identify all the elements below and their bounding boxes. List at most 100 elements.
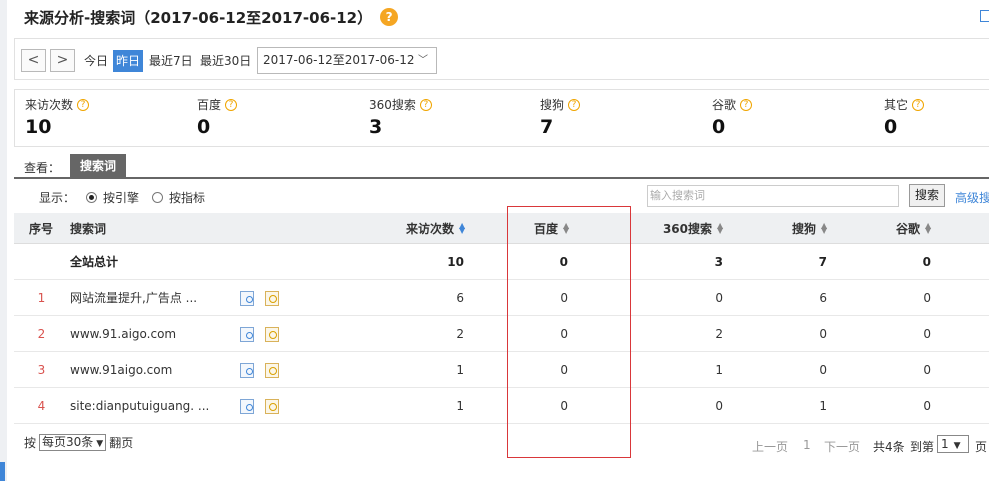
metric-value: 10 — [25, 116, 52, 138]
cell-google: 0 — [923, 398, 931, 413]
goto-page-select[interactable]: 1 ▼ — [937, 435, 969, 453]
table-row: 3 www.91aigo.com 1 0 1 0 0 — [14, 352, 989, 388]
metric-label: 其它 — [884, 98, 909, 112]
header-label: 谷歌 — [895, 221, 920, 236]
help-icon[interactable]: ? — [380, 8, 399, 26]
chevron-down-icon: ﹀ — [418, 55, 428, 66]
cell-360: 0 — [715, 398, 723, 413]
cell-360: 0 — [715, 290, 723, 305]
radio-by-metric[interactable]: 按指标 — [152, 189, 205, 206]
summary-metrics: 来访次数? 10 百度? 0 360搜索? 3 搜狗? 7 谷歌? 0 其它? … — [14, 89, 989, 147]
question-icon[interactable]: ? — [740, 98, 753, 111]
total-row: 全站总计 10 0 3 7 0 — [14, 244, 989, 280]
date-range-value: 2017-06-12至2017-06-12 — [263, 53, 415, 67]
range-last30[interactable]: 最近30日 — [197, 50, 254, 72]
header-label: 搜狗 — [791, 221, 816, 236]
next-date-button[interactable]: > — [50, 49, 75, 72]
question-icon[interactable]: ? — [225, 98, 238, 111]
search-terms-table: 序号 搜索词 来访次数 ▲ ▼ 百度 ▲ ▼ 360搜索 ▲ ▼ 搜狗 ▲ ▼ 谷歌 ▲ ▼ 全站总… — [14, 213, 989, 424]
sort-icon[interactable]: ▲ ▼ — [821, 222, 828, 235]
goto-page-value: 1 — [941, 437, 949, 451]
metric-label: 来访次数 — [25, 98, 74, 112]
metric-other: 其它? 0 — [884, 96, 925, 138]
cell-360: 2 — [715, 326, 723, 341]
radio-circle[interactable] — [86, 192, 97, 203]
search-term[interactable]: www.91.aigo.com — [70, 316, 176, 351]
total-sogou: 7 — [818, 254, 827, 269]
metric-label: 谷歌 — [712, 98, 737, 112]
per-page-value: 每页30条 — [42, 435, 94, 449]
header-label: 360搜索 — [662, 221, 712, 236]
metric-value: 0 — [197, 116, 211, 138]
prev-page-link[interactable]: 上一页 — [752, 438, 788, 455]
trend-icon[interactable] — [265, 327, 279, 342]
current-page: 1 — [803, 438, 811, 452]
date-toolbar: < > 今日 昨日 最近7日 最近30日 2017-06-12至2017-06-… — [14, 38, 989, 80]
range-last7[interactable]: 最近7日 — [146, 50, 196, 72]
page-title: 来源分析-搜索词（2017-06-12至2017-06-12） — [24, 8, 373, 27]
cell-google: 0 — [923, 290, 931, 305]
metric-sogou: 搜狗? 7 — [540, 96, 581, 138]
range-today[interactable]: 今日 — [81, 50, 111, 72]
header-label: 来访次数 — [405, 221, 454, 236]
row-index: 1 — [37, 290, 46, 305]
metric-google: 谷歌? 0 — [712, 96, 753, 138]
table-row: 4 site:dianputuiguang. ... 1 0 0 1 0 — [14, 388, 989, 424]
left-edge-marker — [0, 462, 5, 481]
date-range-select[interactable]: 2017-06-12至2017-06-12 ﹀ — [257, 47, 437, 74]
range-yesterday[interactable]: 昨日 — [113, 50, 144, 72]
cell-google: 0 — [923, 362, 931, 377]
question-icon[interactable]: ? — [568, 98, 581, 111]
header-visits[interactable]: 来访次数 ▲ ▼ — [384, 213, 466, 243]
sort-icon[interactable]: ▲ ▼ — [717, 222, 724, 235]
prev-date-button[interactable]: < — [21, 49, 46, 72]
radio-label: 按引擎 — [103, 191, 140, 205]
metric-value: 3 — [369, 116, 383, 138]
question-icon[interactable]: ? — [912, 98, 925, 111]
header-google[interactable]: 谷歌 ▲ ▼ — [869, 213, 932, 243]
header-sogou[interactable]: 搜狗 ▲ ▼ — [764, 213, 828, 243]
baidu-column-highlight — [507, 206, 631, 458]
sort-icon[interactable]: ▲ ▼ — [459, 222, 466, 235]
total-label: 全站总计 — [70, 255, 119, 269]
row-index: 4 — [37, 398, 46, 413]
metric-label: 360搜索 — [369, 98, 416, 112]
question-icon[interactable]: ? — [419, 98, 432, 111]
tab-search-terms[interactable]: 搜索词 — [70, 154, 126, 178]
radio-circle[interactable] — [152, 192, 163, 203]
total-google: 0 — [922, 254, 931, 269]
trend-icon[interactable] — [265, 363, 279, 378]
page-header: 来源分析-搜索词（2017-06-12至2017-06-12） ? — [24, 6, 399, 28]
search-detail-icon[interactable] — [240, 327, 254, 342]
per-page-select[interactable]: 每页30条 ▼ — [39, 434, 107, 451]
total-count: 共4条 — [873, 440, 905, 454]
search-input[interactable]: 输入搜索词 — [647, 185, 899, 207]
sort-icon[interactable]: ▲ ▼ — [925, 222, 932, 235]
metric-baidu: 百度? 0 — [197, 96, 238, 138]
export-icon[interactable] — [980, 10, 989, 22]
cell-visits: 2 — [456, 326, 464, 341]
cell-visits: 1 — [456, 362, 464, 377]
total-visits: 10 — [447, 254, 464, 269]
cell-360: 1 — [715, 362, 723, 377]
header-360[interactable]: 360搜索 ▲ ▼ — [644, 213, 724, 243]
search-term[interactable]: 网站流量提升,广告点 ... — [70, 280, 197, 315]
metric-360: 360搜索? 3 — [369, 96, 432, 138]
next-page-link[interactable]: 下一页 — [824, 438, 860, 455]
row-index: 2 — [37, 326, 46, 341]
display-label: 显示： — [39, 191, 76, 205]
advanced-search-link[interactable]: 高级搜 — [955, 189, 989, 206]
per-page-suffix: 翻页 — [109, 436, 134, 450]
search-detail-icon[interactable] — [240, 291, 254, 306]
search-button[interactable]: 搜索 — [909, 184, 945, 207]
search-detail-icon[interactable] — [240, 399, 254, 414]
question-icon[interactable]: ? — [77, 98, 90, 111]
search-detail-icon[interactable] — [240, 363, 254, 378]
radio-by-engine[interactable]: 按引擎 — [86, 189, 139, 206]
search-term[interactable]: site:dianputuiguang. ... — [70, 388, 209, 423]
trend-icon[interactable] — [265, 399, 279, 414]
metric-value: 0 — [712, 116, 726, 138]
metric-visits: 来访次数? 10 — [25, 96, 90, 138]
search-term[interactable]: www.91aigo.com — [70, 352, 172, 387]
trend-icon[interactable] — [265, 291, 279, 306]
